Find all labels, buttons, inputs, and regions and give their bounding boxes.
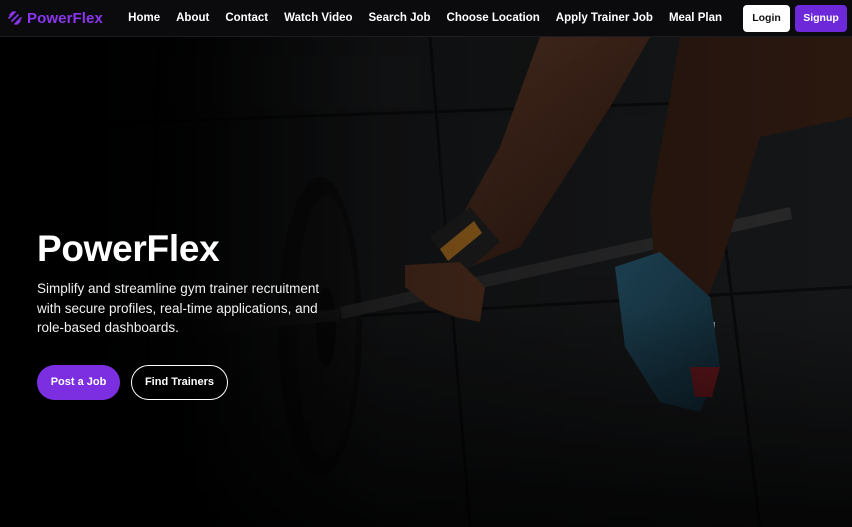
- hero-content: PowerFlex Simplify and streamline gym tr…: [37, 227, 357, 400]
- nav-link-search-job[interactable]: Search Job: [369, 12, 431, 24]
- navbar: PowerFlex Home About Contact Watch Video…: [0, 0, 852, 37]
- nav-link-apply-trainer-job[interactable]: Apply Trainer Job: [556, 12, 653, 24]
- hero-description: Simplify and streamline gym trainer recr…: [37, 281, 320, 335]
- nav-link-watch-video[interactable]: Watch Video: [284, 12, 352, 24]
- hero-section: PowerFlex Simplify and streamline gym tr…: [0, 37, 852, 527]
- hero-buttons: Post a Job Find Trainers: [37, 364, 357, 400]
- login-button[interactable]: Login: [743, 4, 790, 32]
- signup-button[interactable]: Signup: [795, 4, 847, 32]
- brand-name: PowerFlex: [27, 9, 103, 27]
- nav-link-meal-plan[interactable]: Meal Plan: [669, 12, 722, 24]
- nav-link-about[interactable]: About: [176, 12, 209, 24]
- post-job-button[interactable]: Post a Job: [37, 364, 120, 400]
- hero-title: PowerFlex: [37, 228, 220, 269]
- nav-links: Home About Contact Watch Video Search Jo…: [120, 4, 852, 32]
- nav-link-contact[interactable]: Contact: [225, 12, 268, 24]
- brand-logo[interactable]: PowerFlex: [7, 10, 103, 27]
- nav-link-home[interactable]: Home: [128, 12, 160, 24]
- dumbbell-icon: [8, 11, 22, 25]
- find-trainers-button[interactable]: Find Trainers: [131, 364, 228, 400]
- nav-link-choose-location[interactable]: Choose Location: [447, 12, 540, 24]
